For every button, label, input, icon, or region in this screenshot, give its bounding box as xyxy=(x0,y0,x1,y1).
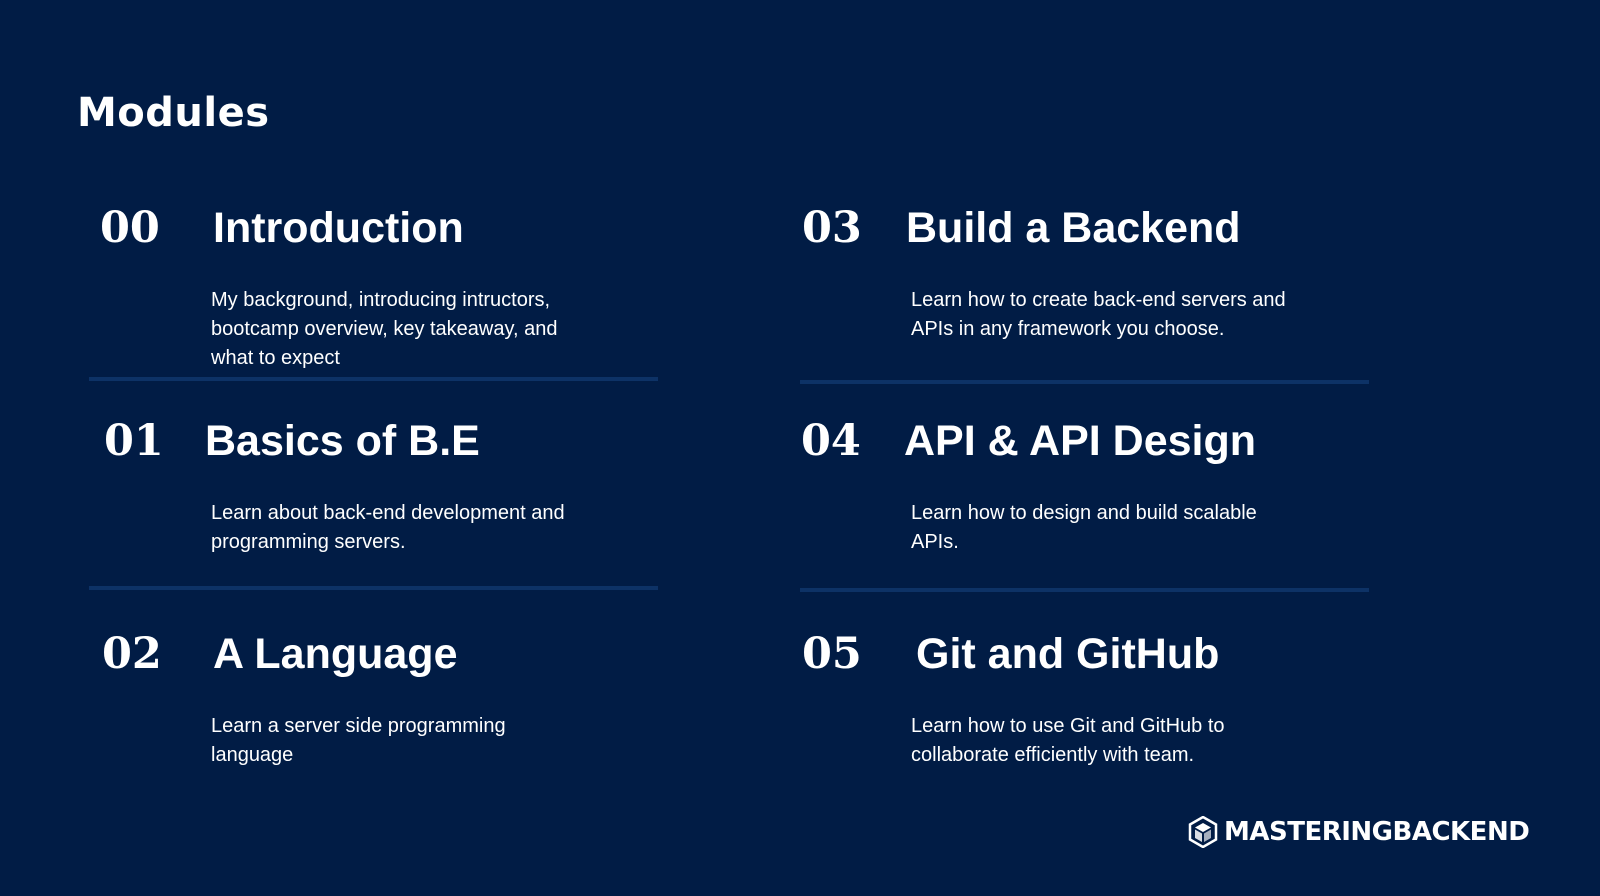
module-description: Learn how to design and build scalable A… xyxy=(911,502,1257,553)
brand-name: MASTERINGBACKEND xyxy=(1224,817,1530,847)
module-description: Learn how to create back-end servers and… xyxy=(911,289,1286,340)
page-title: Modules xyxy=(77,90,270,136)
hexagon-cube-icon xyxy=(1188,815,1218,849)
divider xyxy=(89,586,658,590)
module-description: Learn how to use Git and GitHub to colla… xyxy=(911,715,1225,766)
module-description: My background, introducing intructors, b… xyxy=(211,289,558,369)
brand-logo: MASTERINGBACKEND xyxy=(1188,815,1530,849)
divider xyxy=(800,380,1369,384)
module-description: Learn a server side programming language xyxy=(211,715,506,766)
divider xyxy=(800,588,1369,592)
module-description: Learn about back-end development and pro… xyxy=(211,502,565,553)
divider xyxy=(89,377,658,381)
